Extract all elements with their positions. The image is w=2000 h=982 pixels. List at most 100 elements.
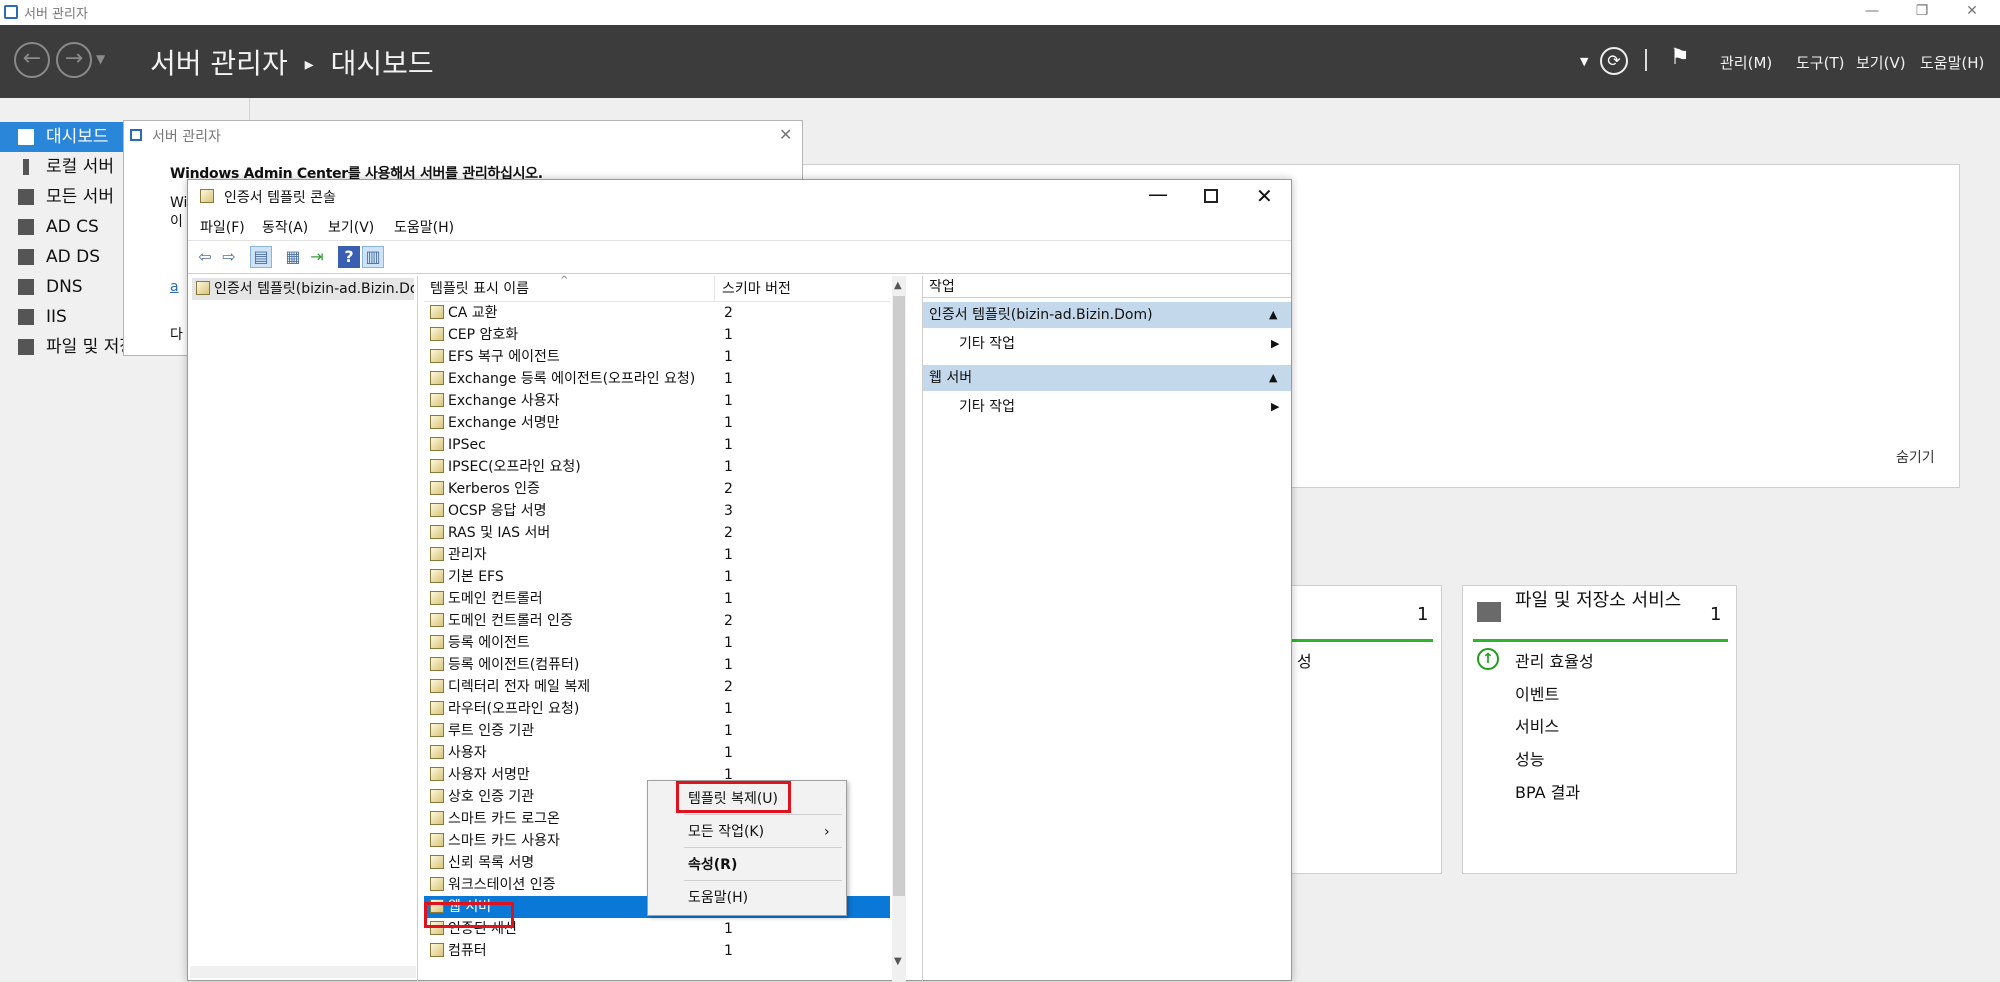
role-card-title: 파일 및 저장소 서비스 [1515,590,1682,611]
actions-more-ca[interactable]: 기타 작업 ▶ [923,330,1291,358]
template-row[interactable]: Exchange 사용자 1 [424,390,890,412]
restore-icon[interactable]: ❐ [1902,0,1942,25]
tree-root-label: 인증서 템플릿(bizin-ad.Bizin.Do [214,281,414,297]
toolbar-export-icon[interactable]: ⇥ [306,246,328,268]
list-vscrollbar[interactable]: ▲ ▼ [892,276,906,982]
template-row[interactable]: IPSEC(오프라인 요청) 1 [424,456,890,478]
template-row[interactable]: 도메인 컨트롤러 1 [424,588,890,610]
template-row[interactable]: CEP 암호화 1 [424,324,890,346]
template-row[interactable]: OCSP 응답 서명 3 [424,500,890,522]
template-schema-version: 2 [724,679,733,695]
notification-dropdown-icon[interactable]: ▼ [1580,55,1588,68]
back-button[interactable]: ← [14,42,50,78]
template-name: 등록 에이전트 [430,632,530,654]
minimize-icon[interactable]: — [1852,0,1892,25]
actions-group-webserver-label: 웹 서버 [929,370,973,386]
list-header: 템플릿 표시 이름 ^ 스키마 버전 [424,275,890,302]
collapse-icon[interactable]: ▲ [1269,302,1277,328]
role-item-events[interactable]: 이벤트 [1515,681,1559,705]
template-row[interactable]: 도메인 컨트롤러 인증 2 [424,610,890,632]
console-maximize-icon[interactable] [1204,189,1218,203]
template-row[interactable]: Kerberos 인증 2 [424,478,890,500]
menu-manage[interactable]: 관리(M) [1720,52,1772,73]
template-row[interactable]: EFS 복구 에이전트 1 [424,346,890,368]
context-help[interactable]: 도움말(H) [648,884,846,912]
actions-group-webserver[interactable]: 웹 서버 ▲ [923,365,1291,391]
template-row[interactable]: 관리자 1 [424,544,890,566]
template-row[interactable]: 등록 에이전트(컴퓨터) 1 [424,654,890,676]
console-close-icon[interactable]: ✕ [1256,184,1273,208]
breadcrumb-page: 대시보드 [330,47,434,80]
role-item-services[interactable]: 서비스 [1515,713,1559,737]
certificate-template-icon [430,569,444,583]
console-menu-action[interactable]: 동작(A) [262,217,308,237]
actions-more-webserver[interactable]: 기타 작업 ▶ [923,393,1291,421]
toolbar-properties-icon[interactable]: ▦ [282,246,304,268]
template-row[interactable]: IPSec 1 [424,434,890,456]
column-header-name[interactable]: 템플릿 표시 이름 [430,276,529,302]
template-row[interactable]: Exchange 등록 에이전트(오프라인 요청) 1 [424,368,890,390]
hide-link[interactable]: 숨기기 [1896,447,1935,467]
template-name: Exchange 서명만 [430,412,560,434]
template-row[interactable]: 디렉터리 전자 메일 복제 2 [424,676,890,698]
template-name-text: 사용자 서명만 [448,767,530,783]
template-row[interactable]: 라우터(오프라인 요청) 1 [424,698,890,720]
tree-root-item[interactable]: 인증서 템플릿(bizin-ad.Bizin.Do [192,278,414,300]
menu-view[interactable]: 보기(V) [1856,52,1906,73]
refresh-icon[interactable]: ⟳ [1600,47,1628,75]
certificate-template-icon [430,415,444,429]
console-menu-help[interactable]: 도움말(H) [394,217,454,237]
toolbar-action-pane-icon[interactable]: ▥ [362,246,384,268]
dialog-checkbox-partial[interactable]: 다 [170,324,183,344]
template-name-text: 워크스테이션 인증 [448,877,556,893]
close-icon[interactable]: ✕ [1952,0,1992,25]
template-name: 등록 에이전트(컴퓨터) [430,654,579,676]
template-row[interactable]: RAS 및 IAS 서버 2 [424,522,890,544]
actions-group-ca[interactable]: 인증서 템플릿(bizin-ad.Bizin.Dom) ▲ [923,302,1291,328]
template-row[interactable]: Exchange 서명만 1 [424,412,890,434]
certificate-template-icon [430,393,444,407]
role-card-file-storage[interactable]: 파일 및 저장소 서비스 1 ↑ 관리 효율성 이벤트 서비스 성능 BPA 결… [1462,585,1737,874]
sort-ascending-icon: ^ [560,275,569,286]
certificate-template-icon [430,591,444,605]
toolbar-help-icon[interactable]: ? [338,246,360,268]
toolbar-back-icon[interactable]: ⇦ [194,246,216,268]
console-title: 인증서 템플릿 콘솔 [224,190,336,206]
template-row[interactable]: 기본 EFS 1 [424,566,890,588]
window-title: 서버 관리자 [24,7,88,22]
console-minimize-icon[interactable]: — [1148,182,1168,206]
menu-help[interactable]: 도움말(H) [1920,52,1984,73]
role-item-performance[interactable]: 성능 [1515,746,1544,770]
dialog-close-icon[interactable]: ✕ [779,125,792,144]
submenu-arrow-icon: ▶ [1271,337,1280,350]
template-row[interactable]: 루트 인증 기관 1 [424,720,890,742]
template-schema-version: 2 [724,525,733,541]
role-item-manageability[interactable]: 관리 효율성 [1515,648,1594,672]
context-all-tasks[interactable]: 모든 작업(K) › [648,818,846,846]
forward-button[interactable]: → [56,42,92,78]
dialog-link-partial[interactable]: a [170,279,179,295]
template-name-text: Kerberos 인증 [448,481,540,497]
console-menu-view[interactable]: 보기(V) [328,217,374,237]
console-menu-file[interactable]: 파일(F) [200,217,245,237]
menu-tools[interactable]: 도구(T) [1796,52,1844,73]
history-dropdown-icon[interactable]: ▼ [96,52,105,66]
template-row[interactable]: 등록 에이전트 1 [424,632,890,654]
toolbar-forward-icon[interactable]: ⇨ [218,246,240,268]
context-properties[interactable]: 속성(R) [648,851,846,879]
dialog-logo-icon [130,129,142,141]
collapse-icon[interactable]: ▲ [1269,365,1277,391]
column-header-version[interactable]: 스키마 버전 [722,276,791,302]
template-row[interactable]: CA 교환 2 [424,302,890,324]
role-card-count: 1 [1417,604,1429,625]
template-row[interactable]: 사용자 1 [424,742,890,764]
role-card-status-bar [1291,639,1433,642]
template-row[interactable]: 컴퓨터 1 [424,940,890,962]
role-item-bpa[interactable]: BPA 결과 [1515,779,1580,803]
notification-flag-icon[interactable]: ⚑ [1670,45,1690,70]
toolbar-show-tree-icon[interactable]: ▤ [250,246,272,268]
list-vscroll-thumb[interactable] [893,296,905,896]
role-card-left[interactable]: 1 성 [1290,585,1442,874]
tree-hscrollbar[interactable] [190,966,416,978]
template-schema-version: 1 [724,701,733,717]
